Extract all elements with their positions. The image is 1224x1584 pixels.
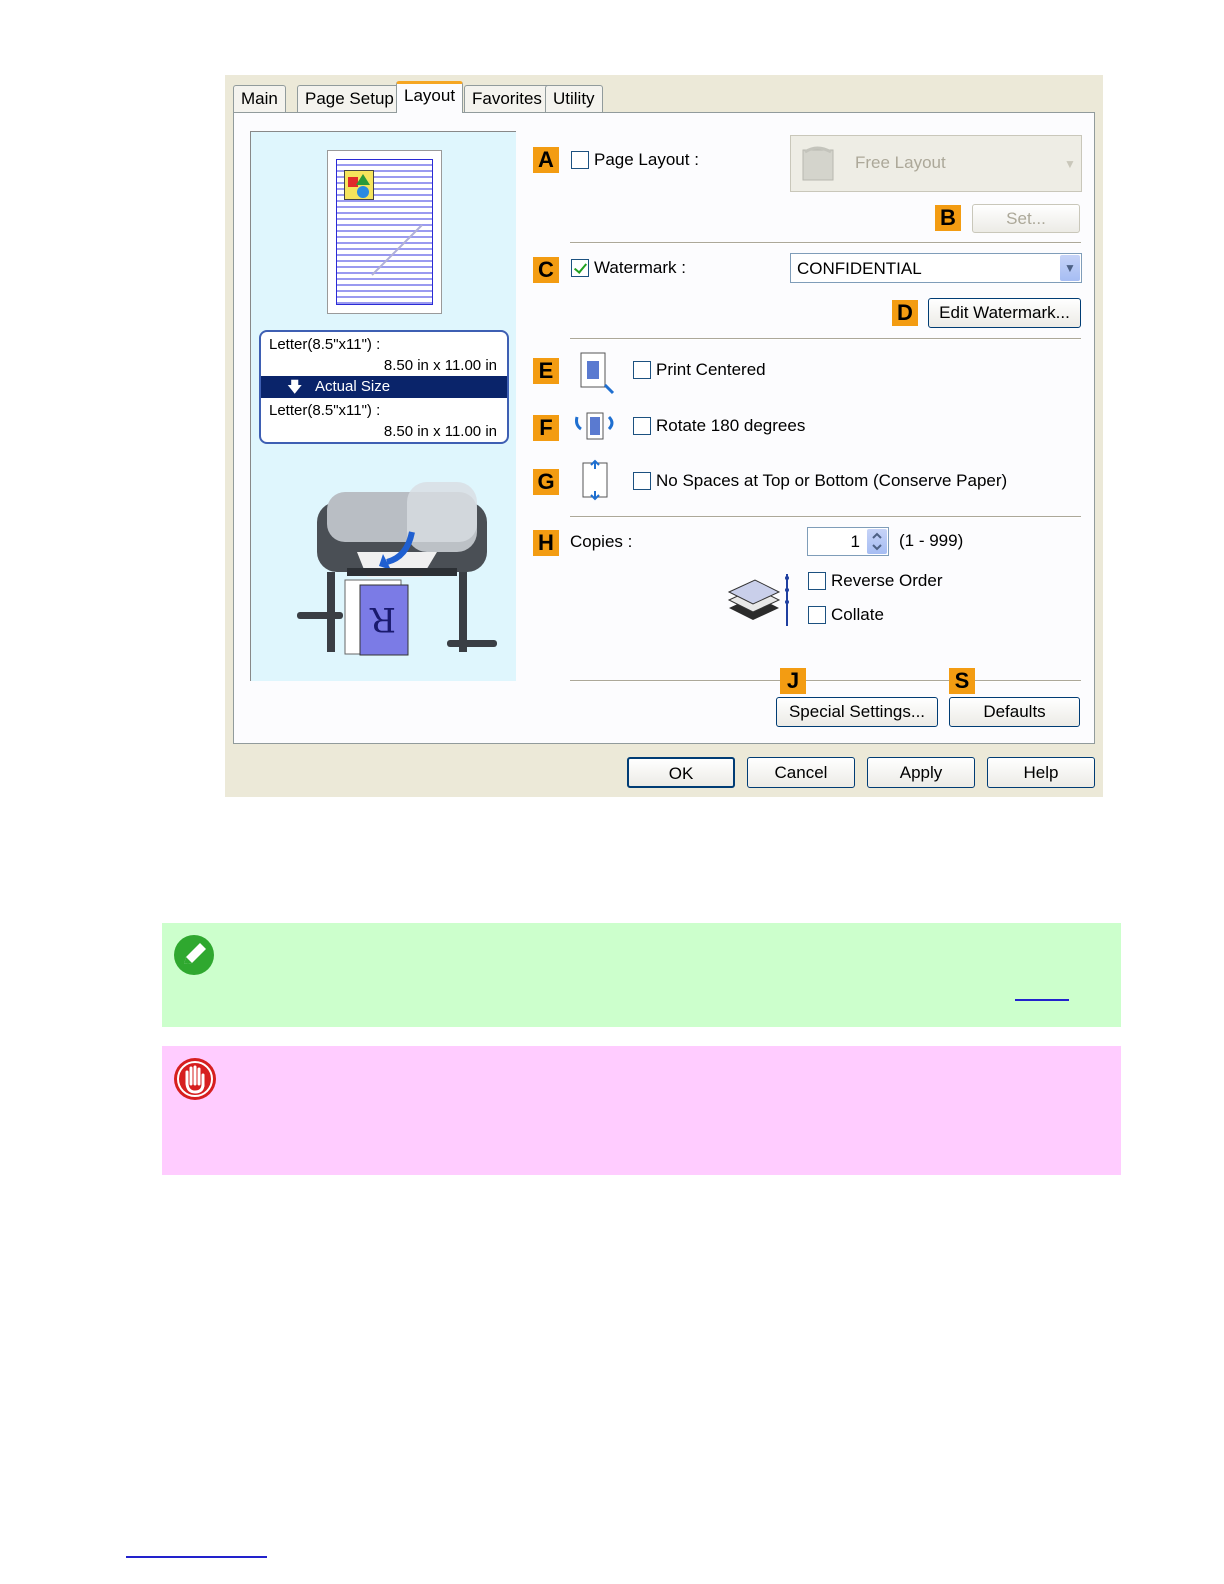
tab-favorites[interactable]: Favorites — [464, 85, 550, 112]
watermark-label: Watermark : — [594, 258, 686, 277]
copies-range: (1 - 999) — [899, 531, 964, 550]
paper-size-summary: Letter(8.5"x11") : 8.50 in x 11.00 in 🡇 … — [259, 330, 509, 444]
cancel-button[interactable]: Cancel — [747, 757, 855, 788]
badge-j: J — [780, 668, 806, 694]
rotate-180-checkbox[interactable] — [633, 417, 651, 435]
apply-button[interactable]: Apply — [867, 757, 975, 788]
tab-utility[interactable]: Utility — [545, 85, 603, 112]
page-content-preview — [336, 159, 433, 305]
layout-tab-panel: Letter(8.5"x11") : 8.50 in x 11.00 in 🡇 … — [233, 112, 1095, 744]
chevron-down-icon: ▼ — [1060, 255, 1080, 281]
print-centered-checkbox[interactable] — [633, 361, 651, 379]
no-spaces-checkbox[interactable] — [633, 472, 651, 490]
badge-c: C — [533, 257, 559, 283]
diagonal-watermark-icon — [371, 224, 423, 276]
output-size-dims: 8.50 in x 11.00 in — [383, 423, 497, 440]
badge-f: F — [533, 415, 559, 441]
source-size-dims: 8.50 in x 11.00 in — [383, 357, 497, 374]
badge-d: D — [892, 300, 918, 326]
watermark-value: CONFIDENTIAL — [797, 259, 922, 278]
collate-stack-icon — [727, 574, 789, 626]
reverse-order-label: Reverse Order — [831, 571, 943, 590]
page-layout-select[interactable]: Free Layout ▼ — [790, 135, 1082, 192]
separator — [570, 242, 1081, 244]
reverse-order-checkbox[interactable] — [808, 572, 826, 590]
page-layout-value: Free Layout — [855, 153, 946, 172]
print-centered-icon — [580, 352, 615, 395]
collate-label: Collate — [831, 605, 884, 624]
important-box — [162, 1046, 1121, 1175]
conserve-paper-icon — [582, 459, 608, 501]
separator — [570, 516, 1081, 518]
copies-stepper[interactable]: 1 — [807, 527, 889, 556]
scale-bar: 🡇 Actual Size — [261, 376, 507, 398]
page-preview — [327, 150, 442, 314]
print-centered-label: Print Centered — [656, 360, 766, 379]
source-size-label: Letter(8.5"x11") : — [269, 336, 381, 353]
page-layout-label: Page Layout : — [594, 150, 699, 169]
watermark-checkbox[interactable] — [571, 259, 589, 277]
copies-value: 1 — [850, 532, 860, 551]
watermark-select[interactable]: CONFIDENTIAL ▼ — [790, 253, 1082, 283]
badge-b: B — [935, 205, 961, 231]
shapes-image-icon — [344, 170, 374, 200]
set-button[interactable]: Set... — [972, 204, 1080, 233]
tab-layout[interactable]: Layout — [396, 81, 464, 113]
tab-page-setup[interactable]: Page Setup — [297, 85, 402, 112]
tab-main[interactable]: Main — [233, 85, 286, 112]
collate-checkbox[interactable] — [808, 606, 826, 624]
printer-properties-dialog: Main Page Setup Layout Favorites Utility — [225, 75, 1103, 797]
print-preview-panel: Letter(8.5"x11") : 8.50 in x 11.00 in 🡇 … — [250, 131, 516, 681]
chevron-down-icon: ▼ — [1060, 137, 1080, 190]
defaults-button[interactable]: Defaults — [949, 697, 1080, 727]
stepper-arrows-icon[interactable] — [867, 529, 887, 554]
copies-label: Copies : — [570, 532, 633, 551]
large-format-printer-icon: R — [297, 482, 497, 656]
special-settings-button[interactable]: Special Settings... — [776, 697, 938, 727]
free-layout-icon — [802, 146, 834, 181]
badge-h: H — [533, 530, 559, 556]
stop-hand-icon — [174, 1058, 216, 1100]
ok-button[interactable]: OK — [627, 757, 735, 788]
no-spaces-label: No Spaces at Top or Bottom (Conserve Pap… — [656, 471, 1008, 490]
output-size-label: Letter(8.5"x11") : — [269, 402, 381, 419]
rotate-180-icon — [575, 412, 614, 440]
separator — [570, 680, 1081, 682]
bottom-link[interactable] — [126, 1556, 267, 1558]
badge-a: A — [533, 147, 559, 173]
help-button[interactable]: Help — [987, 757, 1095, 788]
page-layout-checkbox[interactable] — [571, 151, 589, 169]
separator — [570, 338, 1081, 340]
pencil-note-icon — [174, 935, 214, 975]
badge-s: S — [949, 668, 975, 694]
svg-text:R: R — [369, 599, 396, 639]
rotate-180-label: Rotate 180 degrees — [656, 416, 806, 435]
note-box — [162, 923, 1121, 1027]
scale-label: Actual Size — [315, 378, 391, 395]
arrow-down-icon: 🡇 — [287, 379, 303, 396]
badge-g: G — [533, 469, 559, 495]
page-link[interactable] — [1015, 999, 1069, 1001]
badge-e: E — [533, 358, 559, 384]
edit-watermark-button[interactable]: Edit Watermark... — [928, 298, 1081, 328]
